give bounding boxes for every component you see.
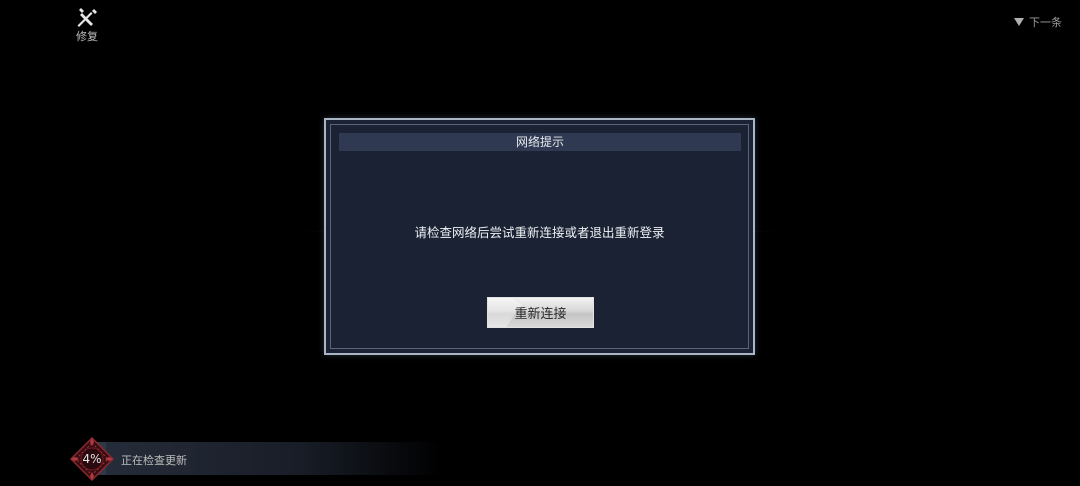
next-button[interactable]: 下一条 bbox=[1014, 14, 1062, 30]
triangle-down-icon bbox=[1014, 18, 1024, 26]
progress-percent: 4% bbox=[82, 452, 102, 466]
next-label: 下一条 bbox=[1029, 16, 1062, 29]
reconnect-label: 重新连接 bbox=[514, 307, 567, 322]
repair-label: 修复 bbox=[76, 30, 98, 43]
reconnect-button[interactable]: 重新连接 bbox=[487, 297, 594, 328]
network-dialog: 网络提示 请检查网络后尝试重新连接或者退出重新登录 重新连接 bbox=[324, 118, 755, 355]
dialog-message: 请检查网络后尝试重新连接或者退出重新登录 bbox=[414, 225, 665, 240]
progress-badge: 4% bbox=[70, 437, 114, 481]
dialog-title: 网络提示 bbox=[515, 135, 564, 149]
repair-button[interactable]: 修复 bbox=[70, 8, 104, 46]
progress-status: 正在检查更新 bbox=[121, 454, 187, 467]
game-screen: 修复 下一条 网络提示 请检查网络后尝试重新连接或者退出重新登录 重新连接 4%… bbox=[0, 0, 1080, 486]
dialog-title-bar: 网络提示 bbox=[339, 133, 741, 151]
wrench-screwdriver-icon bbox=[77, 8, 97, 27]
